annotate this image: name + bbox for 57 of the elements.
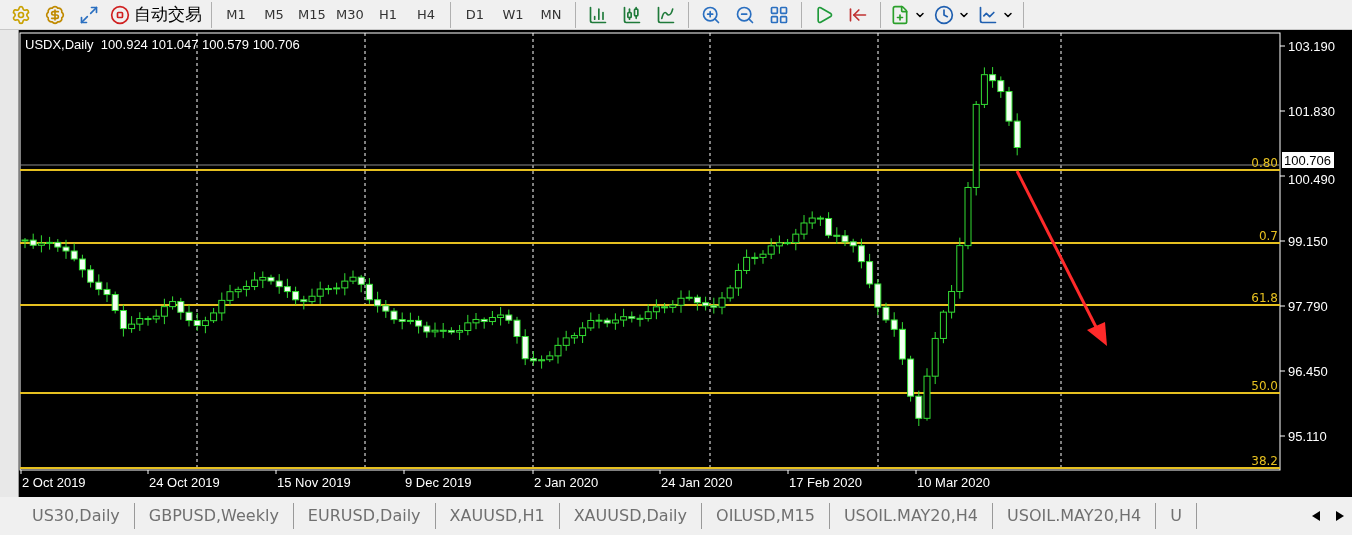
price-axis-label: 101.830 — [1288, 104, 1335, 119]
chart-title: USDX,Daily 100.924 101.047 100.579 100.706 — [25, 37, 300, 52]
timeframe-button[interactable]: M5 — [255, 0, 293, 29]
timeframe-button[interactable]: H4 — [407, 0, 445, 29]
date-axis-label: 24 Oct 2019 — [149, 475, 220, 490]
timeframe-button[interactable]: M1 — [217, 0, 255, 29]
chart-tab[interactable]: US30,Daily — [18, 503, 135, 529]
date-axis-label: 24 Jan 2020 — [661, 475, 733, 490]
dollar-icon — [45, 4, 65, 25]
candlestick-icon — [622, 4, 642, 25]
date-axis-label: 15 Nov 2019 — [277, 475, 351, 490]
scroll-left-icon[interactable] — [1312, 511, 1320, 521]
timeframe-button[interactable]: H1 — [369, 0, 407, 29]
current-price-badge: 100.706 — [1282, 152, 1334, 168]
price-axis-label: 99.150 — [1288, 234, 1328, 249]
chart-tab[interactable]: USOIL.MAY20,H4 — [829, 503, 994, 529]
chart-tab[interactable]: USOIL.MAY20,H4 — [993, 503, 1157, 529]
fibonacci-level-label: 0.7 — [1258, 229, 1278, 243]
price-axis-label: 97.790 — [1288, 299, 1328, 314]
date-axis-label: 2 Jan 2020 — [534, 475, 599, 490]
timeframe-button[interactable]: D1 — [456, 0, 494, 29]
line-chart-icon — [656, 4, 676, 25]
timeframe-button[interactable]: MN — [532, 0, 570, 29]
add-icon — [890, 4, 910, 25]
price-axis-label: 95.110 — [1288, 429, 1327, 444]
auto-trading-button[interactable]: 自动交易 — [106, 0, 206, 29]
date-axis-label: 10 Mar 2020 — [917, 475, 990, 490]
zoom-in-icon — [701, 4, 721, 25]
chart-tab[interactable]: OILUSD,M15 — [702, 503, 830, 529]
chart-tab[interactable]: XAUUSD,Daily — [559, 503, 703, 529]
chart-tab[interactable]: XAUUSD,H1 — [435, 503, 560, 529]
price-axis-label: 103.190 — [1288, 39, 1335, 54]
chart-tab[interactable]: GBPUSD,Weekly — [134, 503, 294, 529]
stop-icon — [110, 4, 130, 25]
gear-icon — [11, 4, 31, 25]
clock-icon — [934, 4, 954, 25]
timeframe-button[interactable]: W1 — [494, 0, 532, 29]
timeframe-button[interactable]: M30 — [331, 0, 369, 29]
template-icon — [978, 4, 998, 25]
fibonacci-level-label: 38.2 — [1251, 454, 1278, 468]
tiles-icon — [769, 4, 789, 25]
scroll-right-icon[interactable] — [1336, 511, 1344, 521]
timeframe-button[interactable]: M15 — [293, 0, 331, 29]
date-axis-label: 17 Feb 2020 — [789, 475, 862, 490]
date-axis-label: 2 Oct 2019 — [22, 475, 86, 490]
expand-icon — [79, 4, 99, 25]
price-axis-label: 100.490 — [1288, 172, 1335, 187]
bar-chart-icon — [588, 4, 608, 25]
fibonacci-level-label: 61.8 — [1251, 291, 1278, 305]
chart-tab[interactable]: EURUSD,Daily — [293, 503, 436, 529]
date-axis-label: 9 Dec 2019 — [405, 475, 472, 490]
chart-tab[interactable]: U — [1156, 503, 1197, 529]
fibonacci-level-label: 0.80 — [1251, 156, 1278, 170]
fibonacci-level-label: 50.0 — [1251, 379, 1278, 393]
zoom-out-icon — [735, 4, 755, 25]
play-icon — [814, 4, 834, 25]
price-axis-label: 96.450 — [1288, 364, 1328, 379]
